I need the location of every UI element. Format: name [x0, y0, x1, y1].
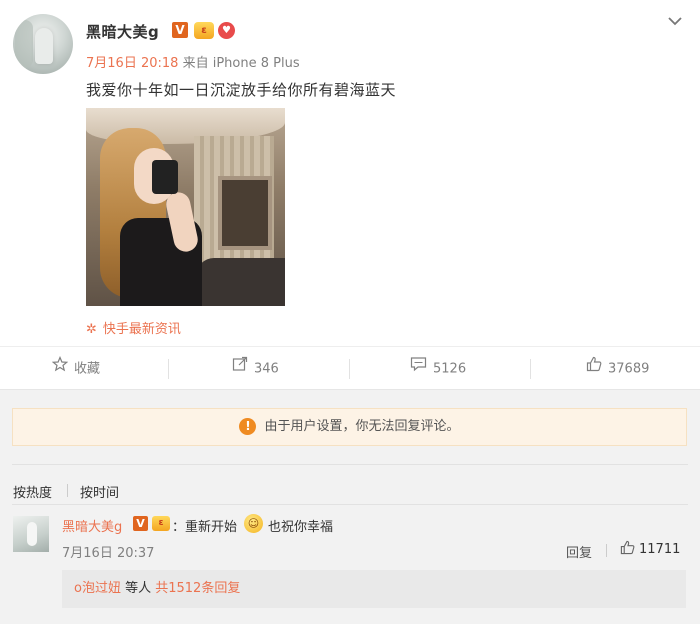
- avatar-figure-shape: [27, 522, 37, 546]
- divider: [606, 544, 607, 557]
- divider: [349, 359, 350, 379]
- thumbs-up-icon: [620, 540, 635, 559]
- post-device: iPhone 8 Plus: [212, 56, 300, 71]
- divider: [168, 359, 169, 379]
- divider: [67, 484, 68, 497]
- avatar-tree-shape: [15, 20, 33, 68]
- thumbs-up-icon: [586, 347, 602, 391]
- post-source-prefix: 来自: [182, 56, 209, 71]
- comments-section: ! 由于用户设置，你无法回复评论。 按热度 按时间 黑暗大美g V ε ：重新开始…: [0, 390, 700, 624]
- verified-badge-icon: V: [133, 516, 148, 531]
- crown-badge-icon: ε: [152, 516, 170, 531]
- repost-button[interactable]: 346: [232, 347, 279, 391]
- like-button[interactable]: 37689: [586, 347, 649, 391]
- heart-badge-icon: ♥: [218, 22, 235, 39]
- like-count: 37689: [608, 361, 650, 377]
- reply-button[interactable]: 回复: [566, 542, 592, 561]
- warning-icon: !: [239, 418, 257, 435]
- comment-like-button[interactable]: 11711: [620, 540, 680, 559]
- repost-count: 346: [254, 361, 279, 377]
- source-label: 快手最新资讯: [102, 322, 181, 337]
- weibo-post: 黑暗大美g V ε ♥ 7月16日 20:18 来自 iPhone 8 Plus…: [0, 0, 700, 346]
- comment-count: 5126: [433, 361, 467, 377]
- avatar-figure-shape: [35, 28, 53, 64]
- verified-badge-icon: V: [172, 22, 188, 38]
- comment-text-continued: 也祝你幸福: [268, 520, 334, 535]
- sort-by-time[interactable]: 按时间: [80, 482, 119, 501]
- star-icon: [51, 347, 69, 391]
- flower-icon: ✲: [86, 322, 97, 337]
- divider: [530, 359, 531, 379]
- favorite-label: 收藏: [74, 361, 101, 377]
- comment-icon: [410, 347, 427, 391]
- chevron-down-icon[interactable]: [668, 14, 682, 30]
- favorite-button[interactable]: 收藏: [51, 347, 101, 391]
- comment-avatar[interactable]: [13, 516, 49, 552]
- reply-user-link[interactable]: o泡过妞: [74, 581, 121, 596]
- repost-icon: [232, 347, 248, 391]
- notice-text: 由于用户设置，你无法回复评论。: [264, 419, 460, 434]
- avatar[interactable]: [13, 14, 73, 74]
- comment-time: 7月16日 20:37: [62, 546, 155, 561]
- photo-tv: [218, 176, 272, 250]
- post-text: 我爱你十年如一日沉淀放手给你所有碧海蓝天: [86, 81, 397, 99]
- post-username[interactable]: 黑暗大美g: [86, 21, 159, 42]
- post-source-link[interactable]: ✲ 快手最新资讯: [86, 318, 181, 337]
- post-meta: 7月16日 20:18 来自 iPhone 8 Plus: [86, 52, 300, 71]
- post-time[interactable]: 7月16日 20:18: [86, 56, 178, 71]
- replies-summary[interactable]: o泡过妞 等人 共1512条回复: [62, 570, 686, 608]
- reply-restriction-notice: ! 由于用户设置，你无法回复评论。: [12, 408, 687, 446]
- action-bar: 收藏 346 5126 37689: [0, 346, 700, 390]
- comment-username[interactable]: 黑暗大美g: [62, 516, 122, 535]
- photo-phone: [152, 160, 178, 194]
- replies-middle-text: 等人: [120, 581, 156, 596]
- comment-text: ：重新开始: [172, 520, 238, 535]
- crown-badge-icon: ε: [194, 22, 214, 39]
- comment-button[interactable]: 5126: [410, 347, 466, 391]
- smile-emoji-icon: ☺: [244, 514, 263, 533]
- sort-by-hot[interactable]: 按热度: [13, 482, 52, 501]
- replies-count-link[interactable]: 共1512条回复: [155, 581, 240, 596]
- comment-like-count: 11711: [639, 542, 681, 557]
- photo-sofa: [196, 258, 285, 306]
- divider: [12, 504, 688, 505]
- divider: [12, 464, 688, 465]
- post-photo[interactable]: [86, 108, 285, 306]
